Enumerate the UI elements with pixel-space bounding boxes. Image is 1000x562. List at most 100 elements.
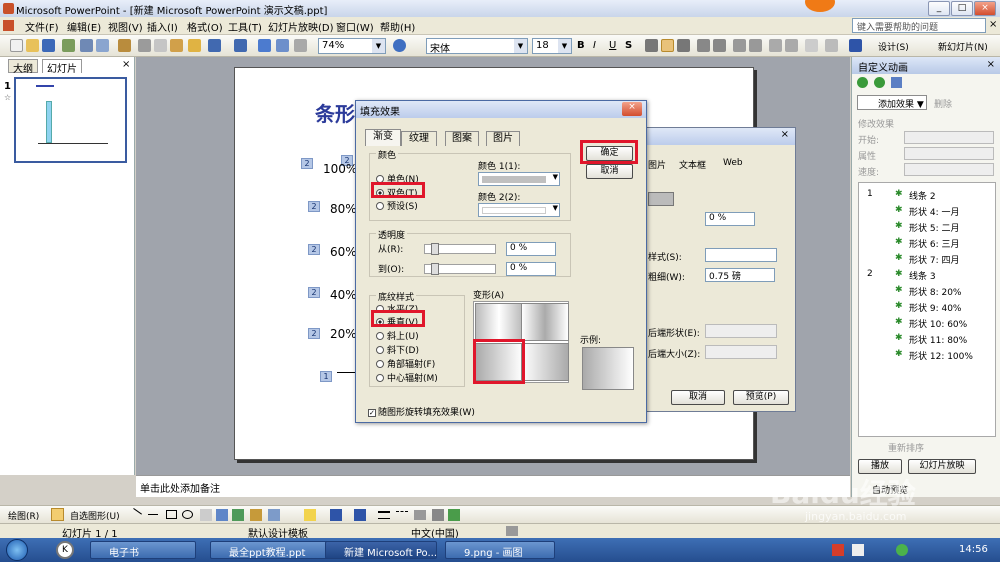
bullets-icon[interactable] <box>713 39 726 52</box>
open-icon[interactable] <box>26 39 39 52</box>
variant-1[interactable] <box>475 303 523 341</box>
menu-help[interactable]: 帮助(H) <box>380 19 415 34</box>
tab-outline[interactable]: 大纲 <box>8 59 38 75</box>
font-color-draw-icon[interactable] <box>354 509 366 521</box>
tray-sogou-icon[interactable] <box>832 544 844 556</box>
numbering-icon[interactable] <box>697 39 710 52</box>
design-button[interactable]: 设计(S) <box>878 40 909 53</box>
start-select[interactable] <box>904 131 994 144</box>
taskbar-item[interactable]: 最全ppt教程.ppt <box>210 541 330 559</box>
list-item[interactable]: 线条 2 <box>909 189 936 202</box>
menu-view[interactable]: 视图(V) <box>108 19 143 34</box>
decrease-indent-icon[interactable] <box>769 39 782 52</box>
close-doc-icon[interactable]: × <box>989 19 997 30</box>
increase-indent-icon[interactable] <box>785 39 798 52</box>
new-slide-button[interactable]: 新幻灯片(N) <box>938 40 988 53</box>
wordart-icon[interactable] <box>216 509 228 521</box>
variant-2[interactable] <box>521 303 569 341</box>
new-icon[interactable] <box>10 39 23 52</box>
list-item[interactable]: 形状 8: 20% <box>909 285 961 298</box>
line-weight-spinner[interactable]: 0.75 磅 <box>705 268 775 282</box>
textbox-icon[interactable] <box>200 509 212 521</box>
align-left-icon[interactable] <box>645 39 658 52</box>
format-painter-icon[interactable] <box>188 39 201 52</box>
menu-file[interactable]: 文件(F) <box>25 19 59 34</box>
k-app-icon[interactable]: K <box>56 541 74 559</box>
select-objects-icon[interactable] <box>51 508 64 521</box>
align-center-icon[interactable] <box>661 39 674 52</box>
draw-menu[interactable]: 绘图(R) <box>8 509 39 522</box>
decrease-font-icon[interactable] <box>749 39 762 52</box>
from-slider[interactable] <box>424 243 496 255</box>
line-style-select[interactable] <box>705 248 777 262</box>
list-item[interactable]: 形状 5: 二月 <box>909 221 959 234</box>
redo-icon[interactable] <box>234 39 247 52</box>
diagram-icon[interactable] <box>232 509 244 521</box>
underline-button[interactable]: U <box>609 40 616 51</box>
list-item[interactable]: 形状 6: 三月 <box>909 237 959 250</box>
tab-slides[interactable]: 幻灯片 <box>42 59 82 75</box>
list-item[interactable]: 形状 9: 40% <box>909 301 961 314</box>
start-button[interactable] <box>6 539 28 561</box>
menu-tools[interactable]: 工具(T) <box>228 19 262 34</box>
line-style-icon[interactable] <box>378 511 390 519</box>
fill-color-select[interactable] <box>648 192 674 206</box>
cancel-button[interactable]: 取消 <box>586 164 633 179</box>
italic-button[interactable]: I <box>593 40 596 51</box>
color1-select[interactable]: ▼ <box>478 172 560 186</box>
view-buttons[interactable] <box>3 497 47 505</box>
tab-pattern[interactable]: 图案 <box>445 131 479 146</box>
to-slider[interactable] <box>424 263 496 275</box>
bold-button[interactable]: B <box>577 40 585 51</box>
diagonal-up-radio[interactable]: 斜上(U) <box>376 329 419 342</box>
permission-icon[interactable] <box>62 39 75 52</box>
from-corner-radio[interactable]: 角部辐射(F) <box>376 357 435 370</box>
line-color-icon[interactable] <box>330 509 342 521</box>
tab-texture[interactable]: 纹理 <box>401 131 437 146</box>
zoom-select[interactable]: 74% ▼ <box>318 38 386 54</box>
picture-icon[interactable] <box>268 509 280 521</box>
property-select[interactable] <box>904 147 994 160</box>
forward-icon[interactable] <box>874 77 885 88</box>
font-color-icon[interactable] <box>849 39 862 52</box>
autoshapes-menu[interactable]: 自选图形(U) <box>70 509 120 522</box>
help-icon[interactable] <box>393 39 406 52</box>
diagonal-down-radio[interactable]: 斜下(D) <box>376 343 419 356</box>
back-dialog-close-icon[interactable]: × <box>781 129 789 140</box>
font-select[interactable]: 宋体 ▼ <box>426 38 528 55</box>
taskbar-item-active[interactable]: 新建 Microsoft Po... <box>325 541 437 559</box>
3d-style-icon[interactable] <box>448 509 460 521</box>
save-icon[interactable] <box>42 39 55 52</box>
list-item[interactable]: 形状 7: 四月 <box>909 253 959 266</box>
home-icon[interactable] <box>891 77 902 88</box>
slide-thumbnail[interactable] <box>14 77 127 163</box>
variant-4[interactable] <box>521 343 569 381</box>
line-icon[interactable] <box>128 508 142 522</box>
chart-icon[interactable] <box>258 39 271 52</box>
clipart-icon[interactable] <box>250 509 262 521</box>
increase-font-icon[interactable] <box>733 39 746 52</box>
oval-icon[interactable] <box>182 510 193 519</box>
preset-radio[interactable]: 预设(S) <box>376 199 418 212</box>
copy-icon[interactable] <box>154 39 167 52</box>
minimize-button[interactable]: _ <box>928 1 950 16</box>
list-item[interactable]: 形状 4: 一月 <box>909 205 959 218</box>
tray-security-icon[interactable] <box>896 544 908 556</box>
tab-textbox[interactable]: 文本框 <box>679 158 706 171</box>
reorder-label[interactable]: 重新排序 <box>888 441 924 454</box>
tables-borders-icon[interactable] <box>294 39 307 52</box>
from-center-radio[interactable]: 中心辐射(M) <box>376 371 438 384</box>
undo-icon[interactable] <box>208 39 221 52</box>
menu-format[interactable]: 格式(O) <box>187 19 223 34</box>
paste-icon[interactable] <box>170 39 183 52</box>
color2-select[interactable]: ▼ <box>478 203 560 217</box>
back-preview-button[interactable]: 预览(P) <box>733 390 789 405</box>
tab-picture[interactable]: 图片 <box>486 131 520 146</box>
from-spinner[interactable]: 0 % <box>506 242 556 256</box>
menu-window[interactable]: 窗口(W) <box>336 19 374 34</box>
slideshow-button[interactable]: 幻灯片放映 <box>908 459 976 474</box>
end-shape-select[interactable] <box>705 324 777 338</box>
fill-color-icon[interactable] <box>304 509 316 521</box>
back-icon[interactable] <box>857 77 868 88</box>
taskbar-item[interactable]: 9.png - 画图 <box>445 541 555 559</box>
